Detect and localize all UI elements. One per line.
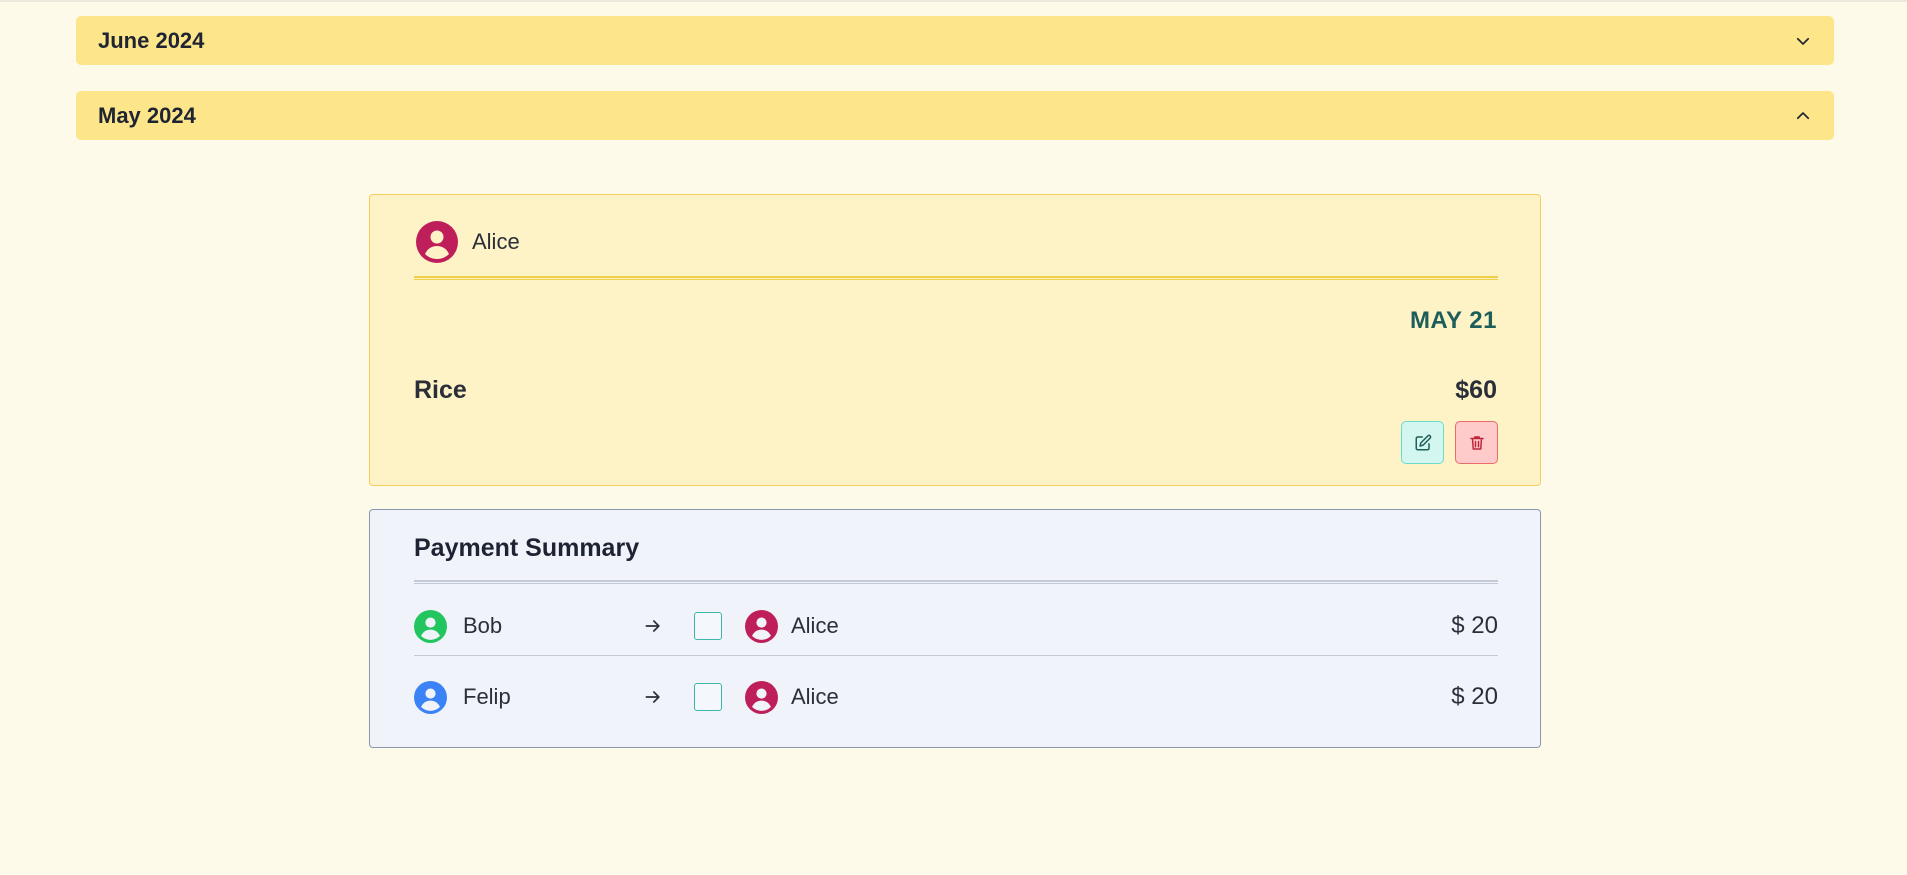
trash-icon xyxy=(1469,435,1484,450)
chevron-up-icon xyxy=(1794,107,1812,125)
divider xyxy=(414,276,1498,280)
arrow-right-icon xyxy=(645,620,660,632)
avatar xyxy=(414,609,447,643)
avatar xyxy=(414,680,447,714)
accordion-label: May 2024 xyxy=(98,102,196,128)
payment-summary-card: Payment Summary Bob Alice $ 20 Felip Ali… xyxy=(369,509,1541,748)
settled-checkbox[interactable] xyxy=(694,612,722,640)
avatar xyxy=(745,609,778,643)
arrow-right-icon xyxy=(645,691,660,703)
expense-date: MAY 21 xyxy=(1409,307,1497,334)
payer-name: Felip xyxy=(463,684,511,709)
accordion-may-2024[interactable]: May 2024 xyxy=(76,91,1834,140)
row-divider xyxy=(414,655,1498,656)
divider xyxy=(414,580,1498,584)
settled-checkbox[interactable] xyxy=(694,683,722,711)
payer-name: Alice xyxy=(472,229,520,254)
payee-name: Alice xyxy=(791,684,839,709)
payment-row: Felip Alice $ 20 xyxy=(414,677,1498,717)
avatar xyxy=(745,680,778,714)
avatar xyxy=(416,221,458,263)
payer-name: Bob xyxy=(463,613,503,638)
expense-card: Alice MAY 21 Rice $60 xyxy=(369,194,1541,486)
edit-icon xyxy=(1415,434,1431,450)
edit-button[interactable] xyxy=(1401,421,1444,464)
payment-amount: $ 20 xyxy=(1451,612,1498,639)
expense-amount: $60 xyxy=(1455,376,1497,404)
expense-payer: Alice xyxy=(416,221,520,263)
expense-item-name: Rice xyxy=(414,376,467,404)
payment-amount: $ 20 xyxy=(1451,683,1498,710)
accordion-june-2024[interactable]: June 2024 xyxy=(76,16,1834,65)
chevron-down-icon xyxy=(1794,32,1812,50)
top-border xyxy=(0,0,1907,2)
accordion-label: June 2024 xyxy=(98,27,205,53)
summary-title: Payment Summary xyxy=(414,534,640,562)
delete-button[interactable] xyxy=(1455,421,1498,464)
payee-name: Alice xyxy=(791,613,839,638)
payment-row: Bob Alice $ 20 xyxy=(414,606,1498,646)
